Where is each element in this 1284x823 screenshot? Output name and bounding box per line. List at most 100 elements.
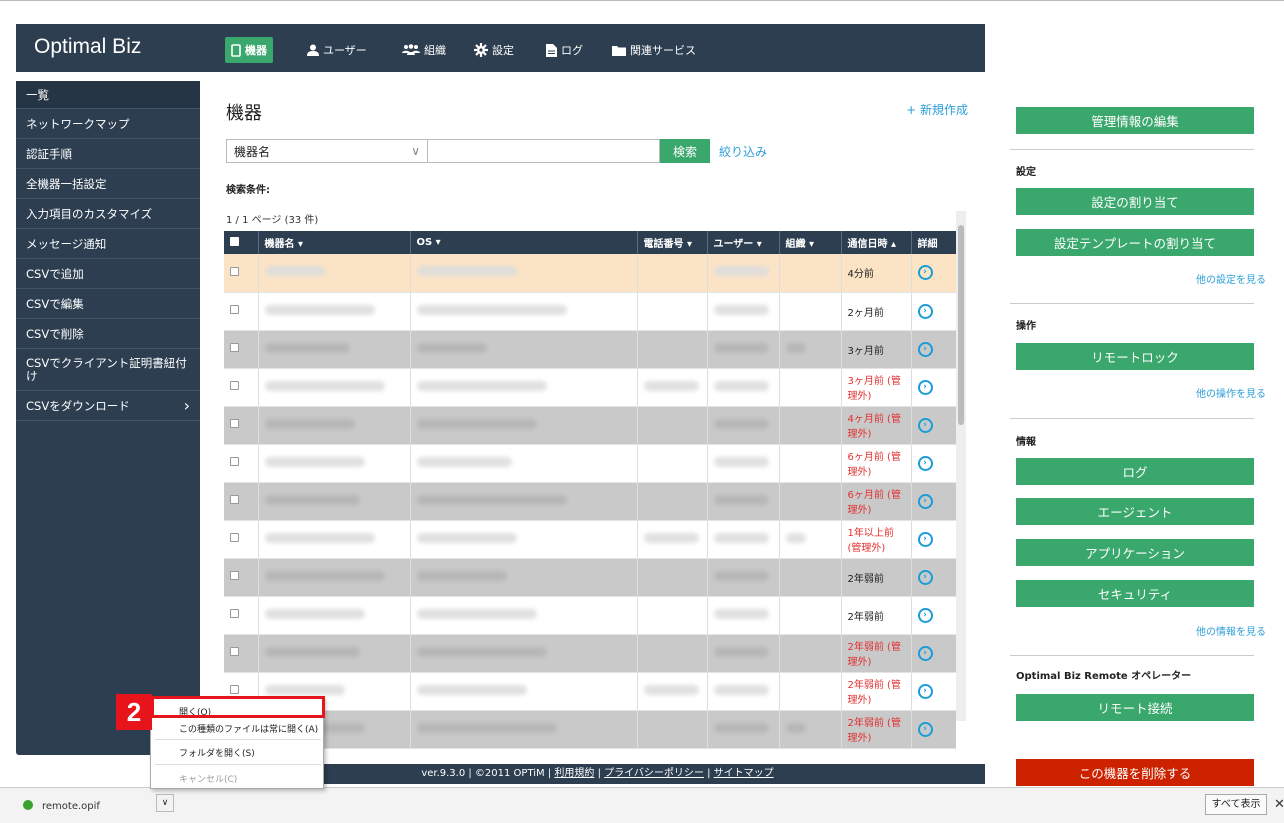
row-checkbox[interactable] [224, 330, 259, 369]
nav-settings[interactable]: 設定 [468, 37, 520, 63]
sidebar-item-customize-fields[interactable]: 入力項目のカスタマイズ [16, 199, 200, 229]
row-checkbox[interactable] [224, 482, 259, 521]
sidebar-item-network-map[interactable]: ネットワークマップ [16, 109, 200, 139]
terms-link[interactable]: 利用規約 [554, 768, 594, 779]
privacy-link[interactable]: プライバシーポリシー [604, 768, 704, 779]
cell-details[interactable]: › [911, 710, 956, 749]
sidebar-item-csv-cert-link[interactable]: CSVでクライアント証明書紐付け [16, 349, 200, 391]
cell-details[interactable]: › [911, 672, 956, 711]
cell-device-name[interactable] [258, 520, 411, 559]
show-all-downloads-button[interactable]: すべて表示 [1205, 794, 1267, 815]
edit-management-info-button[interactable]: 管理情報の編集 [1016, 107, 1254, 134]
assign-settings-button[interactable]: 設定の割り当て [1016, 188, 1254, 215]
col-header-user[interactable]: ユーザー ▾ [707, 231, 780, 254]
row-checkbox[interactable] [224, 254, 259, 293]
cell-details[interactable]: › [911, 406, 956, 445]
cell-device-name[interactable] [258, 254, 411, 293]
nav-users[interactable]: ユーザー [301, 37, 373, 63]
table-row[interactable]: 6ヶ月前 (管理外) › [224, 482, 956, 521]
row-checkbox[interactable] [224, 292, 259, 331]
details-arrow-icon[interactable]: › [917, 645, 933, 661]
table-row[interactable]: 3ヶ月前 (管理外) › [224, 368, 956, 407]
agent-button[interactable]: エージェント [1016, 498, 1254, 525]
cell-details[interactable]: › [911, 596, 956, 635]
cell-device-name[interactable] [258, 406, 411, 445]
row-checkbox[interactable] [224, 596, 259, 635]
sidebar-item-csv-edit[interactable]: CSVで編集 [16, 289, 200, 319]
sidebar-item-csv-add[interactable]: CSVで追加 [16, 259, 200, 289]
col-header-phone[interactable]: 電話番号 ▾ [637, 231, 708, 254]
row-checkbox[interactable] [224, 406, 259, 445]
table-row[interactable]: 2年弱前 (管理外) › [224, 672, 956, 711]
cell-details[interactable]: › [911, 254, 956, 293]
cell-device-name[interactable] [258, 330, 411, 369]
cell-details[interactable]: › [911, 444, 956, 483]
row-checkbox[interactable] [224, 558, 259, 597]
table-row[interactable]: 2ヶ月前 › [224, 292, 956, 331]
details-arrow-icon[interactable]: › [917, 265, 933, 281]
search-button[interactable]: 検索 [660, 139, 710, 163]
row-checkbox[interactable] [224, 444, 259, 483]
details-arrow-icon[interactable]: › [917, 303, 933, 319]
more-operations-link[interactable]: 他の操作を見る [1196, 385, 1266, 400]
table-row[interactable]: 6ヶ月前 (管理外) › [224, 444, 956, 483]
table-row[interactable]: 4ヶ月前 (管理外) › [224, 406, 956, 445]
scrollbar-thumb[interactable] [958, 225, 964, 425]
row-checkbox[interactable] [224, 520, 259, 559]
details-arrow-icon[interactable]: › [917, 531, 933, 547]
sidebar-item-message-notice[interactable]: メッセージ通知 [16, 229, 200, 259]
filter-link[interactable]: 絞り込み [719, 143, 767, 160]
table-row[interactable]: 3ヶ月前 › [224, 330, 956, 369]
cell-details[interactable]: › [911, 292, 956, 331]
cell-device-name[interactable] [258, 482, 411, 521]
details-arrow-icon[interactable]: › [917, 683, 933, 699]
security-button[interactable]: セキュリティ [1016, 580, 1254, 607]
chevron-down-icon[interactable]: ∨ [156, 794, 174, 812]
col-header-device-name[interactable]: 機器名 ▾ [258, 231, 411, 254]
cell-details[interactable]: › [911, 558, 956, 597]
menu-item-open-folder[interactable]: フォルダを開く(S) [179, 746, 255, 759]
details-arrow-icon[interactable]: › [917, 569, 933, 585]
cell-details[interactable]: › [911, 520, 956, 559]
cell-details[interactable]: › [911, 368, 956, 407]
details-arrow-icon[interactable]: › [917, 379, 933, 395]
row-checkbox[interactable] [224, 368, 259, 407]
cell-device-name[interactable] [258, 292, 411, 331]
new-device-link[interactable]: + 新規作成 [906, 101, 968, 118]
details-arrow-icon[interactable]: › [917, 607, 933, 623]
cell-details[interactable]: › [911, 330, 956, 369]
delete-device-button[interactable]: この機器を削除する [1016, 759, 1254, 786]
log-button[interactable]: ログ [1016, 458, 1254, 485]
table-row[interactable]: 2年弱前 (管理外) › [224, 634, 956, 673]
sidebar-item-bulk-settings[interactable]: 全機器一括設定 [16, 169, 200, 199]
remote-connect-button[interactable]: リモート接続 [1016, 694, 1254, 721]
details-arrow-icon[interactable]: › [917, 721, 933, 737]
cell-device-name[interactable] [258, 368, 411, 407]
details-arrow-icon[interactable]: › [917, 417, 933, 433]
details-arrow-icon[interactable]: › [917, 493, 933, 509]
row-checkbox[interactable] [224, 634, 259, 673]
sitemap-link[interactable]: サイトマップ [714, 768, 774, 779]
table-row[interactable]: 1年以上前 (管理外) › [224, 520, 956, 559]
col-header-os[interactable]: OS ▾ [410, 231, 638, 254]
remote-lock-button[interactable]: リモートロック [1016, 343, 1254, 370]
cell-device-name[interactable] [258, 634, 411, 673]
cell-device-name[interactable] [258, 596, 411, 635]
more-settings-link[interactable]: 他の設定を見る [1196, 271, 1266, 286]
nav-related-services[interactable]: 関連サービス [606, 37, 702, 63]
search-field-select[interactable]: 機器名 ∨ [226, 139, 428, 163]
nav-logs[interactable]: ログ [540, 37, 589, 63]
table-row[interactable]: 2年弱前 › [224, 596, 956, 635]
sidebar-item-list[interactable]: 一覧 [16, 81, 200, 109]
sidebar-item-csv-delete[interactable]: CSVで削除 [16, 319, 200, 349]
cell-details[interactable]: › [911, 634, 956, 673]
nav-devices[interactable]: 機器 [225, 37, 273, 63]
more-info-link[interactable]: 他の情報を見る [1196, 623, 1266, 638]
cell-details[interactable]: › [911, 482, 956, 521]
sidebar-item-csv-download[interactable]: CSVをダウンロード › [16, 391, 200, 421]
menu-item-always-open[interactable]: この種類のファイルは常に開く(A) [179, 722, 318, 735]
assign-template-button[interactable]: 設定テンプレートの割り当て [1016, 229, 1254, 256]
sidebar-item-auth-procedure[interactable]: 認証手順 [16, 139, 200, 169]
details-arrow-icon[interactable]: › [917, 341, 933, 357]
table-row[interactable]: 2年弱前 › [224, 558, 956, 597]
